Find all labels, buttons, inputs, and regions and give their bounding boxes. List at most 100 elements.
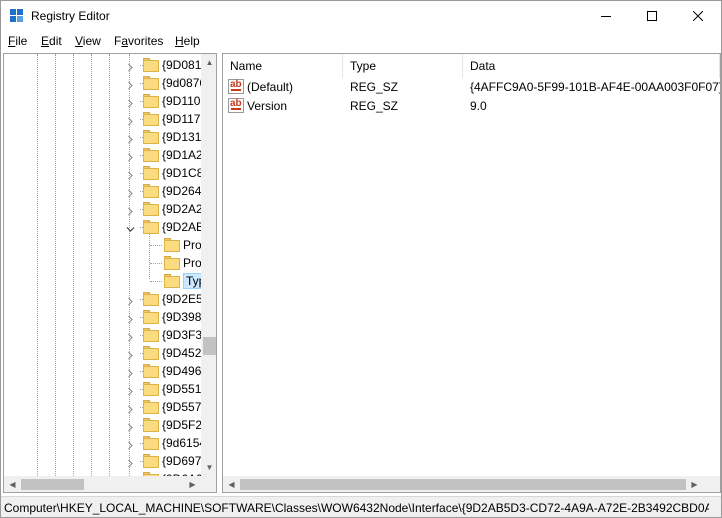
values-horizontal-scroll-thumb[interactable] — [240, 479, 686, 490]
folder-icon — [143, 364, 159, 378]
folder-icon — [143, 202, 159, 216]
chevron-right-icon[interactable] — [126, 421, 135, 432]
title-bar[interactable]: Registry Editor — [1, 1, 721, 31]
chevron-right-icon[interactable] — [126, 79, 135, 90]
scroll-left-arrow-icon[interactable]: ◀ — [223, 476, 240, 492]
values-horizontal-scrollbar[interactable]: ◀ ▶ — [223, 476, 703, 492]
column-header-data[interactable]: Data — [463, 54, 720, 78]
tree-subkey-node[interactable]: Pro: — [4, 236, 201, 254]
scroll-down-arrow-icon[interactable]: ▼ — [201, 459, 216, 476]
maximize-button[interactable] — [629, 1, 675, 31]
scroll-right-arrow-icon[interactable]: ▶ — [184, 476, 201, 492]
tree-node-label: {9D1C8 — [162, 166, 201, 180]
folder-icon — [143, 58, 159, 72]
scrollbar-corner — [201, 476, 216, 492]
chevron-right-icon[interactable] — [126, 331, 135, 342]
close-button[interactable] — [675, 1, 721, 31]
menu-help[interactable]: Help — [175, 34, 200, 48]
tree-key-node[interactable]: {9D2AB — [4, 218, 201, 236]
chevron-right-icon[interactable] — [126, 133, 135, 144]
folder-icon — [143, 220, 159, 234]
tree-node-label: {9D398I — [162, 310, 201, 324]
tree-vertical-scrollbar[interactable]: ▲ ▼ — [201, 54, 216, 476]
chevron-right-icon[interactable] — [126, 205, 135, 216]
tree-horizontal-scroll-thumb[interactable] — [21, 479, 84, 490]
chevron-right-icon[interactable] — [126, 457, 135, 468]
folder-icon — [143, 346, 159, 360]
tree-horizontal-scrollbar[interactable]: ◀ ▶ — [4, 476, 201, 492]
folder-icon — [143, 454, 159, 468]
tree-key-node[interactable]: {9D697I — [4, 452, 201, 470]
tree-key-node[interactable]: {9d6154 — [4, 434, 201, 452]
registry-key-tree[interactable]: {9D081 {9d0876 {9D1102 {9D1172 {9D1310 {9D1A2… — [3, 53, 217, 493]
column-header-type[interactable]: Type — [343, 54, 463, 78]
tree-key-node[interactable]: {9D081 — [4, 56, 201, 74]
tree-key-node[interactable]: {9D3F3 — [4, 326, 201, 344]
chevron-right-icon[interactable] — [126, 403, 135, 414]
folder-icon — [164, 256, 180, 270]
folder-icon — [143, 112, 159, 126]
value-data: {4AFFC9A0-5F99-101B-AF4E-00AA003F0F07} — [470, 80, 721, 94]
tree-node-label: {9D2AB — [162, 220, 201, 234]
chevron-right-icon[interactable] — [126, 115, 135, 126]
folder-icon — [143, 94, 159, 108]
chevron-right-icon[interactable] — [126, 97, 135, 108]
chevron-down-icon[interactable] — [126, 223, 135, 232]
menu-edit[interactable]: Edit — [41, 34, 62, 48]
tree-key-node[interactable]: {9D557 — [4, 398, 201, 416]
tree-key-node[interactable]: {9D1310 — [4, 128, 201, 146]
tree-key-node[interactable]: {9D1C8 — [4, 164, 201, 182]
tree-subkey-node[interactable]: Pro: — [4, 254, 201, 272]
menu-view[interactable]: View — [75, 34, 101, 48]
chevron-right-icon[interactable] — [126, 439, 135, 450]
tree-key-node[interactable]: {9D1102 — [4, 92, 201, 110]
chevron-right-icon[interactable] — [126, 61, 135, 72]
string-value-icon: ab — [228, 79, 244, 94]
scroll-up-arrow-icon[interactable]: ▲ — [201, 54, 216, 71]
tree-key-node[interactable]: {9D4522 — [4, 344, 201, 362]
tree-node-label-selected: Typ — [183, 273, 201, 289]
chevron-right-icon[interactable] — [126, 313, 135, 324]
tree-key-node[interactable]: {9d0876 — [4, 74, 201, 92]
scroll-left-arrow-icon[interactable]: ◀ — [4, 476, 21, 492]
chevron-right-icon[interactable] — [126, 151, 135, 162]
tree-node-label: {9D557 — [162, 400, 201, 414]
value-type: REG_SZ — [350, 99, 399, 113]
tree-key-node[interactable]: {9D496 — [4, 362, 201, 380]
chevron-right-icon[interactable] — [126, 169, 135, 180]
folder-icon — [143, 148, 159, 162]
chevron-right-icon[interactable] — [126, 187, 135, 198]
menu-help-label: elp — [183, 34, 200, 48]
chevron-right-icon[interactable] — [126, 349, 135, 360]
chevron-right-icon[interactable] — [126, 367, 135, 378]
tree-key-node[interactable]: {9D2A2 — [4, 200, 201, 218]
tree-subkey-node[interactable]: Typ — [4, 272, 201, 290]
column-header-name[interactable]: Name — [223, 54, 343, 78]
tree-key-node[interactable]: {9D1A2 — [4, 146, 201, 164]
scroll-right-arrow-icon[interactable]: ▶ — [686, 476, 703, 492]
tree-key-node[interactable]: {9D398I — [4, 308, 201, 326]
tree-node-label: Pro: — [183, 238, 201, 252]
chevron-right-icon[interactable] — [126, 295, 135, 306]
tree-key-node[interactable]: {9D2641 — [4, 182, 201, 200]
tree-key-node[interactable]: {9D5F2 — [4, 416, 201, 434]
tree-key-node[interactable]: {9D2E5I — [4, 290, 201, 308]
menu-bar: File Edit View Favorites Help — [1, 31, 721, 51]
folder-icon — [143, 166, 159, 180]
menu-favorites[interactable]: Favorites — [114, 34, 163, 48]
tree-key-node[interactable]: {9D551I — [4, 380, 201, 398]
minimize-button[interactable] — [583, 1, 629, 31]
menu-edit-mnemonic: E — [41, 34, 50, 48]
folder-icon — [143, 400, 159, 414]
chevron-right-icon[interactable] — [126, 385, 135, 396]
folder-icon — [143, 130, 159, 144]
value-type: REG_SZ — [350, 80, 399, 94]
tree-guide-line — [150, 245, 162, 246]
tree-key-node[interactable]: {9D1172 — [4, 110, 201, 128]
value-row[interactable]: ab (Default) REG_SZ {4AFFC9A0-5F99-101B-… — [223, 78, 720, 97]
registry-values-list[interactable]: Name Type Data ab (Default) REG_SZ {4AFF… — [222, 53, 721, 493]
tree-vertical-scroll-thumb[interactable] — [203, 337, 216, 355]
folder-icon — [164, 238, 180, 252]
value-row[interactable]: ab Version REG_SZ 9.0 — [223, 97, 720, 116]
menu-file[interactable]: File — [8, 34, 27, 48]
